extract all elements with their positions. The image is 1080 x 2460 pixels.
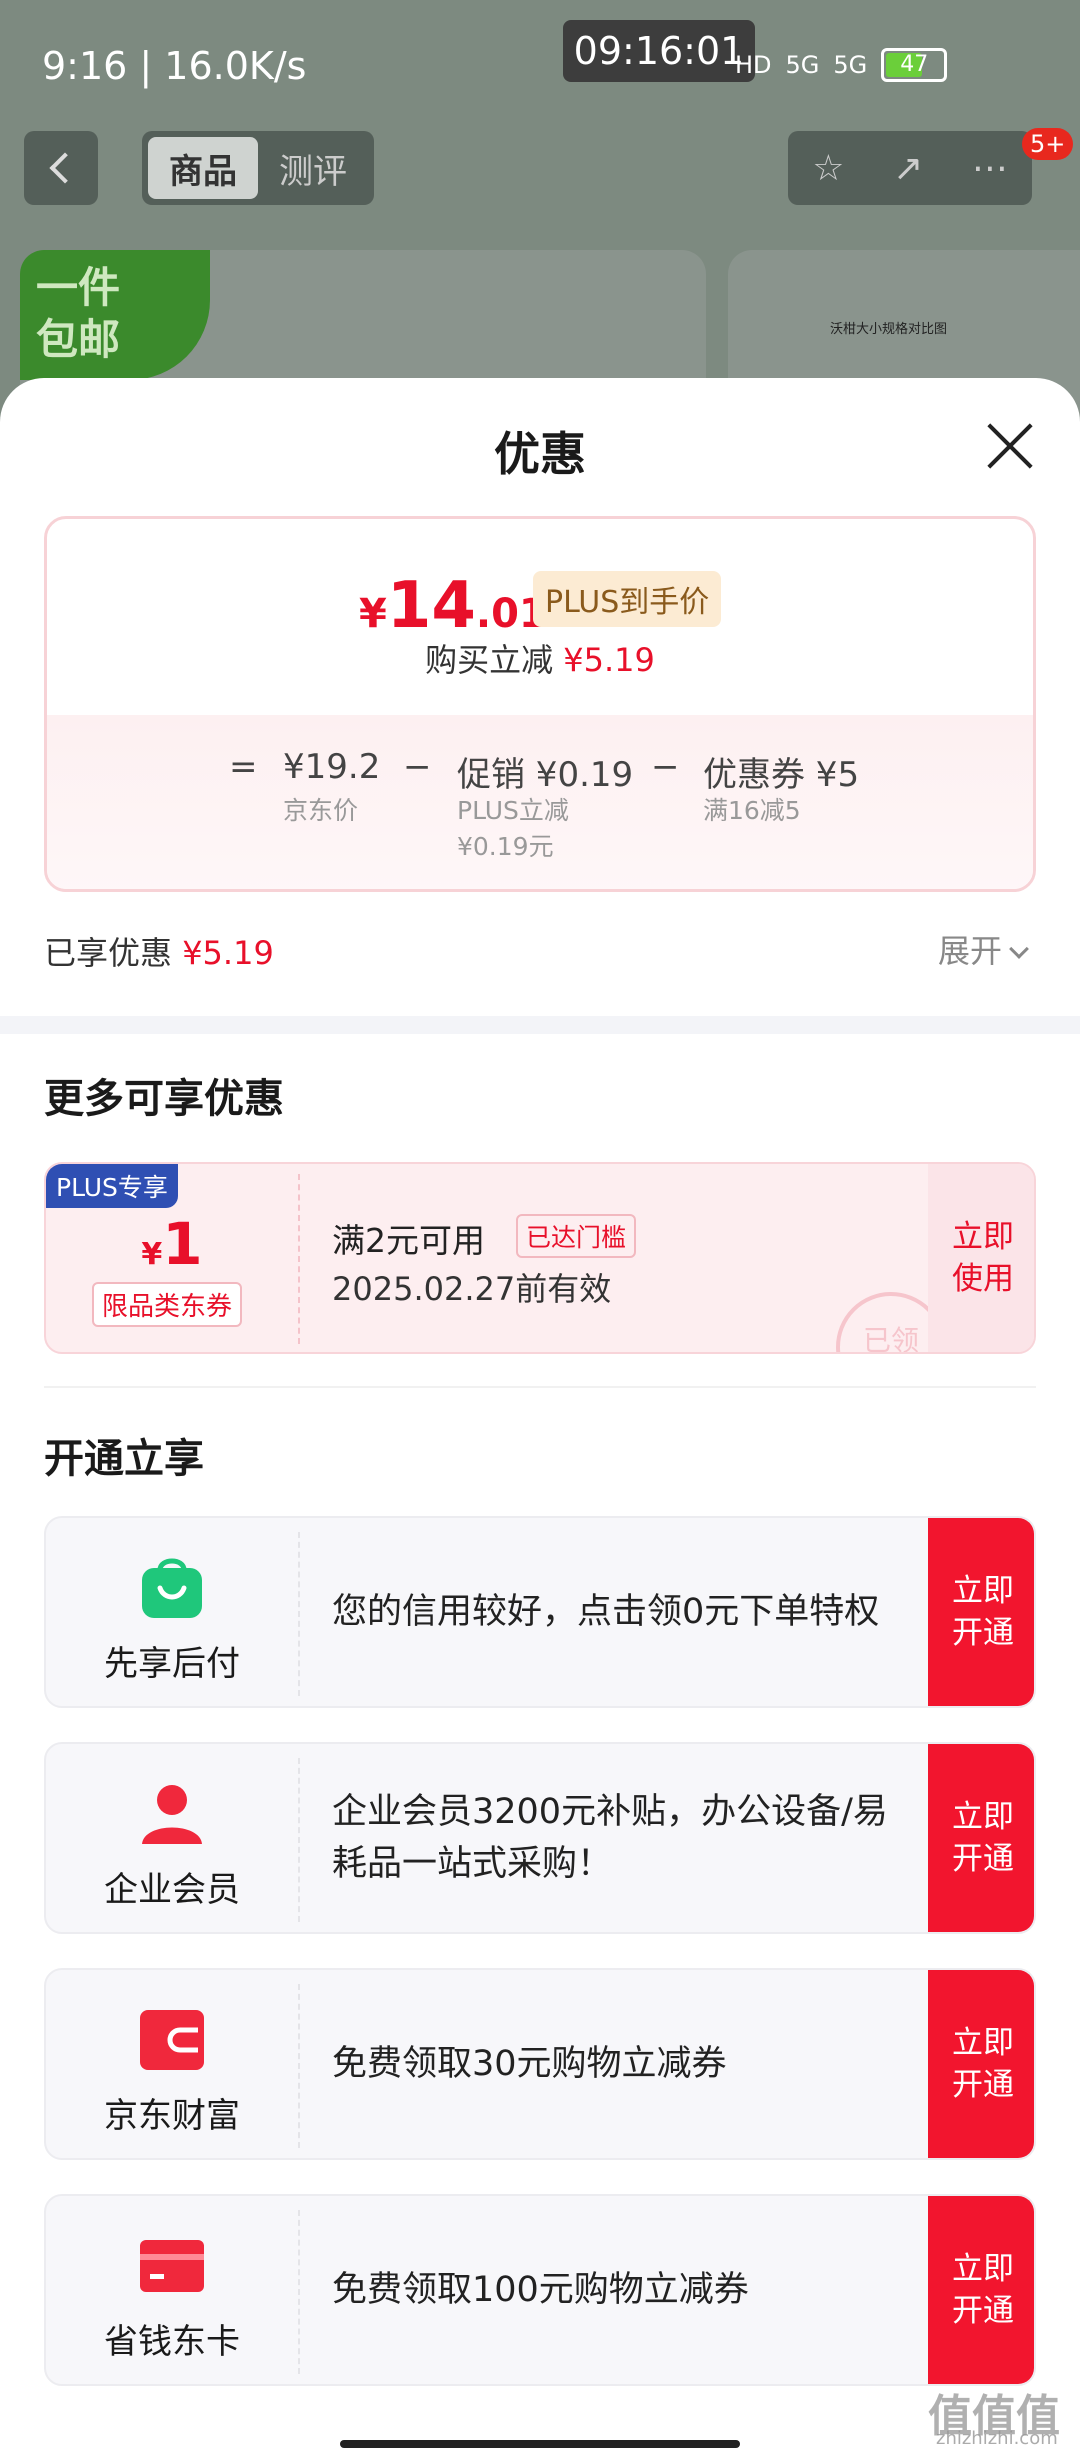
service-card-pay-later: 先享后付 您的信用较好，点击领0元下单特权 立即 开通 [44, 1516, 1036, 1708]
card-icon [140, 2240, 204, 2292]
open-now-button[interactable]: 立即 开通 [928, 1744, 1034, 1932]
action-bar: ☆ ↗ ⋯ [788, 131, 1032, 205]
coupon-validity: 2025.02.27前有效 [332, 1270, 612, 1308]
coupon-condition: 满2元可用 [332, 1221, 485, 1260]
service-card-enterprise: 企业会员 企业会员3200元补贴，办公设备/易耗品一站式采购！ 立即 开通 [44, 1742, 1036, 1934]
share-icon[interactable]: ↗ [893, 148, 923, 189]
tab-product[interactable]: 商品 [148, 137, 258, 199]
hd-icon: HD [735, 51, 772, 79]
watermark-url: zhizhizhi.com [936, 2428, 1058, 2449]
open-now-button[interactable]: 立即 开通 [928, 1518, 1034, 1706]
service-name: 企业会员 [104, 1870, 240, 1910]
coupon-amount: ¥1 [141, 1210, 203, 1278]
tab-review[interactable]: 测评 [258, 137, 368, 199]
service-name: 京东财富 [104, 2096, 240, 2136]
clock-overlay: 09:16:01 [563, 20, 755, 82]
product-tabs: 商品 测评 [142, 131, 374, 205]
battery-icon: 47 [881, 48, 948, 82]
service-card-saving-card: 省钱东卡 免费领取100元购物立减券 立即 开通 [44, 2194, 1036, 2386]
message-badge: 5+ [1022, 128, 1074, 160]
coupon-discount: 优惠券 ¥5 [703, 755, 860, 795]
sheet-title: 优惠 [494, 427, 586, 481]
promo-discount: 促销 ¥0.19 [457, 755, 634, 795]
coupon-value-area: PLUS专享 ¥1 限品类东券 [46, 1164, 298, 1352]
discount-sheet: 优惠 ¥14.01 PLUS到手价 购买立减 ¥5.19 = ¥19.2 京东价… [0, 378, 1080, 2460]
minus-sign: − [403, 747, 432, 787]
coupon-card: PLUS专享 ¥1 限品类东券 满2元可用 已达门槛 2025.02.27前有效… [44, 1162, 1036, 1354]
close-icon[interactable] [986, 422, 1034, 470]
threshold-reached-badge: 已达门槛 [516, 1214, 637, 1258]
minus-sign-2: − [651, 747, 680, 787]
star-icon[interactable]: ☆ [812, 148, 844, 189]
home-indicator[interactable] [340, 2440, 740, 2448]
service-name: 先享后付 [104, 1644, 240, 1684]
free-shipping-tag: 一件 包邮 [20, 250, 210, 380]
coupon-type: 限品类东券 [92, 1282, 243, 1327]
expand-toggle[interactable]: 展开 [938, 926, 1029, 972]
section-divider [0, 1016, 1080, 1034]
service-description: 您的信用较好，点击领0元下单特权 [332, 1592, 880, 1632]
purchase-reduce: 购买立减 ¥5.19 [425, 641, 655, 679]
back-button[interactable] [24, 131, 98, 205]
service-description: 免费领取100元购物立减券 [332, 2270, 749, 2310]
open-benefits-title: 开通立享 [44, 1436, 204, 1482]
jd-price: ¥19.2 [283, 747, 381, 787]
plus-exclusive-tag: PLUS专享 [46, 1164, 178, 1208]
equals-sign: = [229, 747, 258, 787]
open-now-button[interactable]: 立即 开通 [928, 2196, 1034, 2384]
service-name: 省钱东卡 [104, 2322, 240, 2362]
status-bar: 9:16 | 16.0K/s 09:16:01 HD 5G 5G 47 [0, 0, 1080, 120]
price-summary: ¥14.01 PLUS到手价 购买立减 ¥5.19 = ¥19.2 京东价 − … [44, 516, 1036, 892]
promo-discount-detail: PLUS立减 ¥0.19元 [457, 796, 569, 861]
status-time: 9:16 | 16.0K/s [42, 44, 307, 88]
signal-icon: 5G [785, 51, 820, 79]
coupon-discount-detail: 满16减5 [703, 796, 801, 825]
coupon-separator [298, 1174, 300, 1344]
more-discounts-title: 更多可享优惠 [44, 1076, 284, 1122]
chevron-down-icon [1009, 939, 1029, 959]
more-icon[interactable]: ⋯ [972, 148, 1008, 189]
system-icons: HD 5G 5G 47 [735, 48, 948, 82]
person-icon [142, 1785, 202, 1844]
use-coupon-button[interactable]: 立即 使用 [928, 1164, 1034, 1352]
size-compare-text: 沃柑大小规格对比图 [830, 322, 948, 337]
thin-divider [44, 1386, 1036, 1388]
plus-price-label: PLUS到手价 [533, 571, 722, 627]
signal-icon-2: 5G [833, 51, 868, 79]
enjoyed-discount: 已享优惠 ¥5.19 [44, 934, 274, 972]
jd-price-label: 京东价 [283, 796, 359, 825]
service-description: 企业会员3200元补贴，办公设备/易耗品一站式采购！ [332, 1792, 888, 1884]
final-price: ¥14.01 [359, 569, 547, 643]
shopping-bag-icon [142, 1558, 202, 1618]
open-now-button[interactable]: 立即 开通 [928, 1970, 1034, 2158]
service-card-jd-wealth: 京东财富 免费领取30元购物立减券 立即 开通 [44, 1968, 1036, 2160]
service-description: 免费领取30元购物立减券 [332, 2044, 727, 2084]
wallet-icon [140, 2010, 204, 2070]
